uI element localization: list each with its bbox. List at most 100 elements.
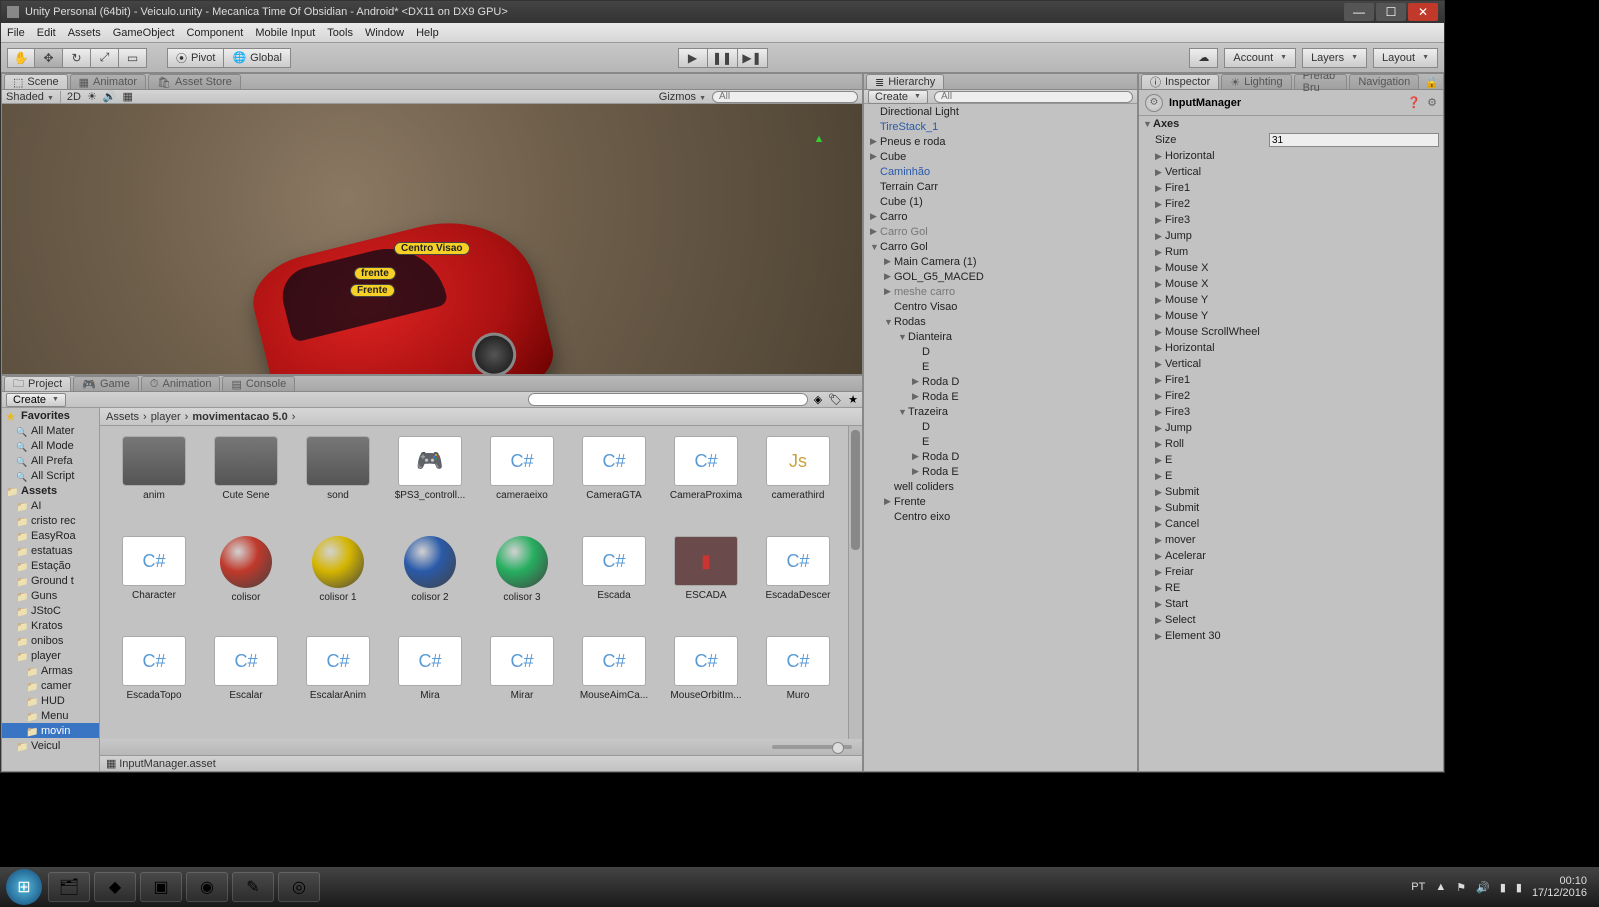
- window-titlebar[interactable]: Unity Personal (64bit) - Veiculo.unity -…: [1, 1, 1444, 23]
- hierarchy-tree[interactable]: Directional LightTireStack_1▶Pneus e rod…: [864, 104, 1137, 771]
- asset-scrollbar[interactable]: [848, 426, 862, 739]
- asset-item[interactable]: colisor 3: [478, 536, 566, 626]
- menu-tools[interactable]: Tools: [327, 27, 353, 39]
- asset-item[interactable]: C#EscadaTopo: [110, 636, 198, 726]
- scene-viewport[interactable]: Centro Visao frente Frente ▲: [2, 104, 862, 374]
- tree-item[interactable]: camer: [2, 678, 99, 693]
- hierarchy-item[interactable]: ▶Cube: [864, 149, 1137, 164]
- hierarchy-item[interactable]: well coliders: [864, 479, 1137, 494]
- axis-foldout[interactable]: ▶Element 30: [1139, 628, 1443, 644]
- hierarchy-item[interactable]: ▶Roda D: [864, 374, 1137, 389]
- tree-item[interactable]: All Prefa: [2, 453, 99, 468]
- hierarchy-item[interactable]: ▼Trazeira: [864, 404, 1137, 419]
- hierarchy-item[interactable]: ▶Carro: [864, 209, 1137, 224]
- asset-item[interactable]: C#cameraeixo: [478, 436, 566, 526]
- tree-item[interactable]: All Mode: [2, 438, 99, 453]
- tree-item[interactable]: Armas: [2, 663, 99, 678]
- asset-item[interactable]: C#EscadaDescer: [754, 536, 842, 626]
- lock-icon[interactable]: 🔒: [1421, 76, 1443, 89]
- tree-item[interactable]: Favorites: [2, 408, 99, 423]
- menu-mobileinput[interactable]: Mobile Input: [255, 27, 315, 39]
- axis-foldout[interactable]: ▶Horizontal: [1139, 148, 1443, 164]
- audio-toggle[interactable]: 🔊: [103, 90, 117, 103]
- tab-inspector[interactable]: ⓘInspector: [1141, 74, 1219, 89]
- label-centro-visao[interactable]: Centro Visao: [394, 242, 470, 255]
- axis-foldout[interactable]: ▶Acelerar: [1139, 548, 1443, 564]
- hierarchy-item[interactable]: D: [864, 344, 1137, 359]
- asset-item[interactable]: C#Character: [110, 536, 198, 626]
- label-frente-1[interactable]: frente: [354, 267, 396, 280]
- axis-foldout[interactable]: ▶Submit: [1139, 484, 1443, 500]
- light-toggle[interactable]: ☀: [87, 90, 97, 103]
- layers-dropdown[interactable]: Layers: [1302, 48, 1367, 68]
- cloud-button[interactable]: ☁: [1189, 48, 1218, 68]
- tab-navigation[interactable]: Navigation: [1349, 74, 1419, 89]
- maximize-button[interactable]: ☐: [1376, 3, 1406, 21]
- tree-item[interactable]: Veicul: [2, 738, 99, 753]
- hierarchy-item[interactable]: D: [864, 419, 1137, 434]
- axis-foldout[interactable]: ▶Jump: [1139, 420, 1443, 436]
- hierarchy-item[interactable]: Centro eixo: [864, 509, 1137, 524]
- axis-foldout[interactable]: ▶Mouse Y: [1139, 308, 1443, 324]
- explorer-icon[interactable]: 🗂: [48, 872, 90, 902]
- hierarchy-create[interactable]: Create: [868, 90, 928, 104]
- tab-assetstore[interactable]: 🛍Asset Store: [148, 74, 241, 89]
- hierarchy-item[interactable]: Directional Light: [864, 104, 1137, 119]
- battery-icon[interactable]: ▮: [1500, 881, 1506, 894]
- app-icon-3[interactable]: ◎: [278, 872, 320, 902]
- tab-project[interactable]: 🗀Project: [4, 376, 71, 391]
- tree-item[interactable]: player: [2, 648, 99, 663]
- axis-foldout[interactable]: ▶Mouse Y: [1139, 292, 1443, 308]
- axis-foldout[interactable]: ▶Fire3: [1139, 212, 1443, 228]
- axis-foldout[interactable]: ▶Roll: [1139, 436, 1443, 452]
- axis-foldout[interactable]: ▶E: [1139, 468, 1443, 484]
- tree-item[interactable]: EasyRoa: [2, 528, 99, 543]
- filter-icon-3[interactable]: ★: [848, 393, 858, 406]
- tray-up-icon[interactable]: ▲: [1435, 881, 1446, 893]
- hierarchy-item[interactable]: ▶GOL_G5_MACED: [864, 269, 1137, 284]
- bc-1[interactable]: player: [151, 411, 181, 423]
- hierarchy-item[interactable]: Cube (1): [864, 194, 1137, 209]
- help-icon[interactable]: ❓: [1407, 96, 1421, 109]
- tab-game[interactable]: 🎮Game: [73, 376, 139, 391]
- project-create[interactable]: Create: [6, 393, 66, 407]
- asset-item[interactable]: colisor: [202, 536, 290, 626]
- hierarchy-item[interactable]: ▶Roda D: [864, 449, 1137, 464]
- move-tool[interactable]: ✥: [35, 48, 63, 68]
- tab-animation[interactable]: ⏱Animation: [141, 376, 221, 391]
- app-icon-2[interactable]: ✎: [232, 872, 274, 902]
- asset-item[interactable]: C#Mira: [386, 636, 474, 726]
- bc-0[interactable]: Assets: [106, 411, 139, 423]
- tree-item[interactable]: estatuas: [2, 543, 99, 558]
- hierarchy-item[interactable]: Centro Visao: [864, 299, 1137, 314]
- asset-grid[interactable]: animCute Senesond🎮$PS3_controll...C#came…: [100, 426, 862, 739]
- tab-lighting[interactable]: ☀Lighting: [1221, 74, 1291, 89]
- tree-item[interactable]: movin: [2, 723, 99, 738]
- step-button[interactable]: ▶❚: [738, 48, 768, 68]
- hierarchy-item[interactable]: ▶Main Camera (1): [864, 254, 1137, 269]
- asset-item[interactable]: C#EscalarAnim: [294, 636, 382, 726]
- asset-item[interactable]: Cute Sene: [202, 436, 290, 526]
- axis-foldout[interactable]: ▶Mouse ScrollWheel: [1139, 324, 1443, 340]
- global-button[interactable]: 🌐Global: [224, 48, 291, 68]
- unity-taskbar-icon[interactable]: ◆: [94, 872, 136, 902]
- project-tree[interactable]: FavoritesAll MaterAll ModeAll PrefaAll S…: [2, 408, 100, 771]
- car-model[interactable]: [244, 203, 559, 374]
- asset-item[interactable]: C#MouseAimCa...: [570, 636, 658, 726]
- asset-item[interactable]: colisor 1: [294, 536, 382, 626]
- hand-tool[interactable]: ✋: [7, 48, 35, 68]
- asset-item[interactable]: C#CameraProxima: [662, 436, 750, 526]
- hierarchy-item[interactable]: ▶Frente: [864, 494, 1137, 509]
- tree-item[interactable]: All Script: [2, 468, 99, 483]
- tree-item[interactable]: HUD: [2, 693, 99, 708]
- flag-icon[interactable]: ⚑: [1456, 881, 1466, 894]
- close-button[interactable]: ✕: [1408, 3, 1438, 21]
- bc-2[interactable]: movimentacao 5.0: [192, 411, 287, 423]
- filter-icon-2[interactable]: 🏷: [828, 393, 842, 406]
- 2d-toggle[interactable]: 2D: [67, 91, 81, 103]
- menu-help[interactable]: Help: [416, 27, 439, 39]
- pivot-button[interactable]: ⦿Pivot: [167, 48, 224, 68]
- axis-foldout[interactable]: ▶Cancel: [1139, 516, 1443, 532]
- hierarchy-item[interactable]: ▶Pneus e roda: [864, 134, 1137, 149]
- fx-toggle[interactable]: ▦: [123, 90, 133, 103]
